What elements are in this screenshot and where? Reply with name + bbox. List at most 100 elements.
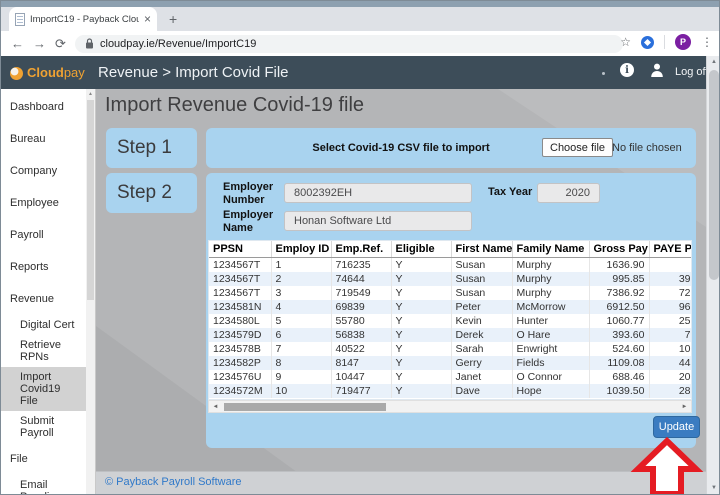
table-row[interactable]: 1234567T274644YSusanMurphy995.8539 (209, 272, 692, 286)
employer-number-field[interactable] (284, 183, 472, 203)
table-cell: 44 (649, 356, 692, 370)
table-row[interactable]: 1234576U910447YJanetO Connor688.4620 (209, 370, 692, 384)
table-cell: 6 (271, 328, 331, 342)
scroll-up-icon[interactable]: ▲ (707, 56, 720, 68)
update-button[interactable]: Update (653, 416, 700, 438)
table-cell: 10 (649, 342, 692, 356)
sidebar-item-digital-cert[interactable]: Digital Cert (1, 315, 87, 335)
bookmark-star-icon[interactable]: ☆ (620, 35, 631, 49)
table-row[interactable]: 1234572M10719477YDaveHope1039.5028 (209, 384, 692, 398)
sidebar-item-reports[interactable]: Reports (1, 251, 87, 283)
table-horizontal-scrollbar[interactable]: ◄ ► (208, 400, 692, 413)
table-cell: McMorrow (512, 300, 589, 314)
table-row[interactable]: 1234578B740522YSarahEnwright524.6010 (209, 342, 692, 356)
table-cell: Janet (451, 370, 512, 384)
profile-avatar[interactable]: P (675, 34, 691, 50)
table-cell: Kevin (451, 314, 512, 328)
table-cell: Susan (451, 272, 512, 286)
table-cell: Y (391, 370, 451, 384)
address-field[interactable]: cloudpay.ie/Revenue/ImportC19 (75, 35, 623, 53)
sidebar-item-payroll[interactable]: Payroll (1, 219, 87, 251)
table-row[interactable]: 1234580L555780YKevinHunter1060.7725 (209, 314, 692, 328)
no-file-chosen-text: No file chosen (612, 142, 682, 154)
table-cell: 7 (649, 328, 692, 342)
table-cell: 995.85 (589, 272, 649, 286)
chrome-actions: ☆ P ⋮ (620, 34, 713, 50)
sidebar-item-file[interactable]: File (1, 443, 87, 475)
tax-year-field[interactable] (537, 183, 600, 203)
table-cell: 1234567T (209, 272, 271, 286)
column-header: First Name (451, 241, 512, 257)
sidebar-scrollbar[interactable]: ▲ (86, 89, 95, 494)
sidebar-item-submit-payroll[interactable]: Submit Payroll (1, 411, 87, 443)
tab-favicon-icon (15, 13, 25, 26)
employer-name-field[interactable] (284, 211, 472, 231)
table-cell: Y (391, 272, 451, 286)
sidebar-item-email-payslips[interactable]: Email Payslips (1, 475, 87, 494)
sidebar: Dashboard Bureau CompanyEmployeePayroll Rep… (1, 89, 96, 494)
scroll-up-icon[interactable]: ▲ (86, 89, 95, 98)
table-cell: 688.46 (589, 370, 649, 384)
table-row[interactable]: 1234567T1716235YSusanMurphy1636.90 (209, 257, 692, 272)
sidebar-item-employee[interactable]: Employee (1, 187, 87, 219)
sidebar-item-import-covid19-file[interactable]: Import Covid19 File (1, 367, 87, 411)
sidebar-item-company[interactable]: Company (1, 155, 87, 187)
table-row[interactable]: 1234579D656838YDerekO Hare393.607 (209, 328, 692, 342)
table-row[interactable]: 1234582P88147YGerryFields1109.0844 (209, 356, 692, 370)
logoff-button[interactable]: Log off (675, 66, 708, 78)
tab-bar: ImportC19 - Payback CloudPay × + (1, 7, 720, 31)
table-cell: 524.60 (589, 342, 649, 356)
choose-file-button[interactable]: Choose file (542, 138, 613, 157)
sidebar-item-label: Bureau (10, 133, 45, 145)
table-row[interactable]: 1234581N469839YPeterMcMorrow6912.5096 (209, 300, 692, 314)
scroll-down-icon[interactable]: ▼ (707, 482, 720, 494)
tab-close-icon[interactable]: × (144, 13, 151, 25)
table-cell: 10447 (331, 370, 391, 384)
table-cell: Derek (451, 328, 512, 342)
table-cell: Fields (512, 356, 589, 370)
table-cell: Gerry (451, 356, 512, 370)
table-cell: 2 (271, 272, 331, 286)
table-cell: 8147 (331, 356, 391, 370)
reload-icon[interactable]: ⟳ (55, 35, 66, 52)
url-bar: ← → ⟳ cloudpay.ie/Revenue/ImportC19 ☆ P … (1, 31, 720, 56)
url-text: cloudpay.ie/Revenue/ImportC19 (100, 38, 256, 50)
extension-icon[interactable] (641, 36, 654, 49)
page-scroll-thumb[interactable] (709, 70, 719, 280)
table-row[interactable]: 1234567T3719549YSusanMurphy7386.9272 (209, 286, 692, 300)
browser-menu-icon[interactable]: ⋮ (701, 35, 713, 49)
scroll-left-icon[interactable]: ◄ (209, 401, 222, 412)
new-tab-button[interactable]: + (169, 11, 177, 27)
table-cell: 716235 (331, 257, 391, 272)
step2-panel: Employer Number Tax Year Employer Name P… (206, 173, 696, 448)
sidebar-item-retrieve-rpns[interactable]: Retrieve RPNs (1, 335, 87, 367)
table-cell: 1234572M (209, 384, 271, 398)
browser-window: ImportC19 - Payback CloudPay × + ← → ⟳ c… (0, 0, 720, 495)
table-cell: Murphy (512, 257, 589, 272)
column-header: Gross Pay (589, 241, 649, 257)
table-cell: 1234581N (209, 300, 271, 314)
table-cell: 1 (271, 257, 331, 272)
table-cell: Y (391, 286, 451, 300)
table-cell: 28 (649, 384, 692, 398)
column-header: Eligible (391, 241, 451, 257)
table-cell: 7386.92 (589, 286, 649, 300)
footer: © Payback Payroll Software (96, 471, 706, 494)
sidebar-item-revenue[interactable]: Revenue (1, 283, 87, 315)
scroll-right-icon[interactable]: ► (678, 401, 691, 412)
page-scrollbar[interactable]: ▲ ▼ (706, 56, 720, 494)
sidebar-scroll-thumb[interactable] (87, 100, 94, 300)
sidebar-item-label: Digital Cert (20, 319, 74, 331)
table-scroll-thumb[interactable] (224, 403, 386, 411)
sidebar-item-label: Reports (10, 261, 49, 273)
back-icon[interactable]: ← (11, 35, 24, 52)
user-icon[interactable] (649, 62, 665, 78)
forward-icon[interactable]: → (33, 35, 46, 52)
table-cell: 20 (649, 370, 692, 384)
sidebar-item-dashboard[interactable]: Dashboard (1, 91, 87, 123)
info-icon[interactable]: i (620, 63, 634, 77)
footer-copyright-link[interactable]: © Payback Payroll Software (105, 476, 242, 488)
sidebar-item-bureau[interactable]: Bureau (1, 123, 87, 155)
browser-tab[interactable]: ImportC19 - Payback CloudPay × (9, 7, 157, 31)
step2-label: Step 2 (106, 173, 197, 213)
